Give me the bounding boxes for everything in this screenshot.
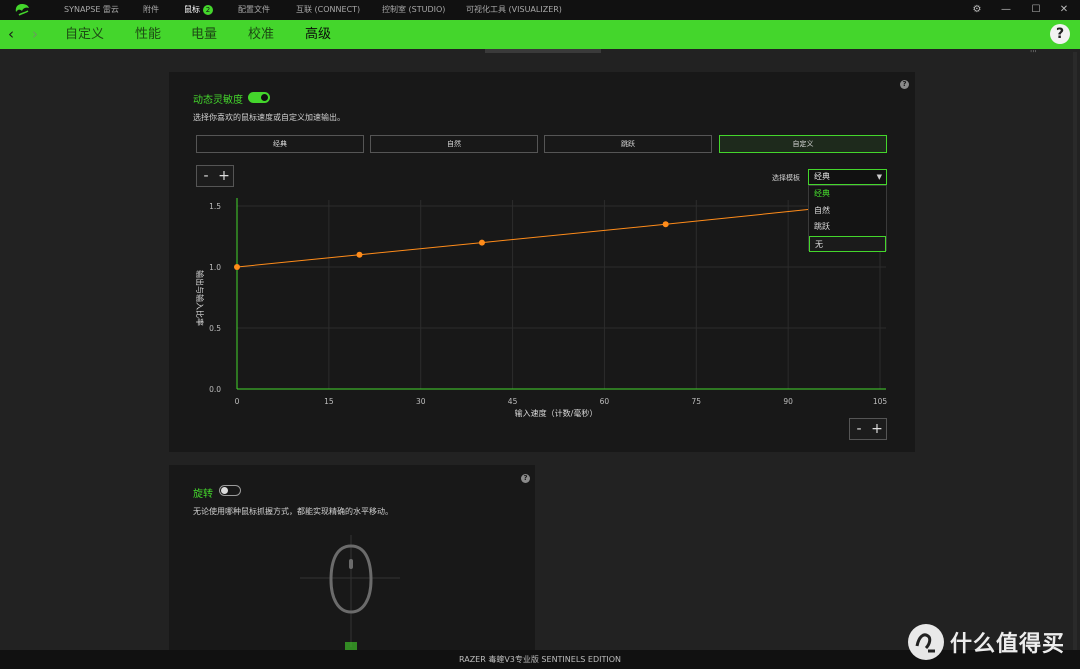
watermark-text: 什么值得买	[950, 632, 1066, 657]
x-tick-label: 45	[508, 397, 518, 406]
template-select[interactable]: 经典 ▼	[808, 169, 887, 185]
curve-point	[478, 239, 485, 246]
watermark-logo-icon	[908, 624, 944, 660]
y-tick-label: 0.5	[209, 324, 221, 333]
mouse-outline-icon	[300, 535, 400, 650]
zoom-stepper: - +	[849, 418, 887, 440]
x-tick-label: 0	[235, 397, 240, 406]
template-option-jump[interactable]: 跳跃	[809, 219, 886, 236]
y-axis-label: 输出与输入比率	[195, 270, 205, 326]
template-dropdown: 经典 自然 跳跃 无	[808, 185, 887, 252]
curve-point	[662, 221, 669, 228]
template-option-classic[interactable]: 经典	[809, 186, 886, 203]
zoom-in-button[interactable]: +	[868, 419, 886, 439]
curve-point	[234, 264, 240, 270]
rotation-toggle[interactable]	[219, 485, 241, 496]
caret-down-icon: ▼	[876, 173, 882, 181]
curve-point	[356, 251, 363, 258]
x-tick-label: 75	[692, 397, 702, 406]
sensitivity-curve-line	[236, 207, 819, 268]
x-tick-label: 90	[783, 397, 793, 406]
watermark: 什么值得买	[908, 622, 1065, 662]
x-tick-label: 15	[324, 397, 334, 406]
sensitivity-curve-chart[interactable]: 0 15 30 45 60 75 90 105 0.0 0.5 1.0 1.5 输入速度（计数/毫秒）…	[0, 0, 1080, 669]
rotation-title: 旋转	[193, 489, 213, 500]
y-tick-label: 1.5	[209, 202, 221, 211]
x-tick-label: 30	[416, 397, 426, 406]
y-tick-label: 0.0	[209, 385, 221, 394]
x-tick-label: 60	[600, 397, 610, 406]
template-option-natural[interactable]: 自然	[809, 203, 886, 220]
template-option-none[interactable]: 无	[809, 235, 886, 252]
y-tick-label: 1.0	[209, 263, 221, 272]
template-select-value: 经典	[814, 172, 830, 181]
rotation-info-icon[interactable]: ?	[521, 474, 530, 483]
x-axis-label: 输入速度（计数/毫秒）	[515, 408, 598, 418]
x-tick-label: 105	[873, 397, 888, 406]
zoom-out-button[interactable]: -	[850, 419, 868, 439]
rotation-description: 无论使用哪种鼠标抓握方式，都能实现精确的水平移动。	[193, 507, 393, 516]
